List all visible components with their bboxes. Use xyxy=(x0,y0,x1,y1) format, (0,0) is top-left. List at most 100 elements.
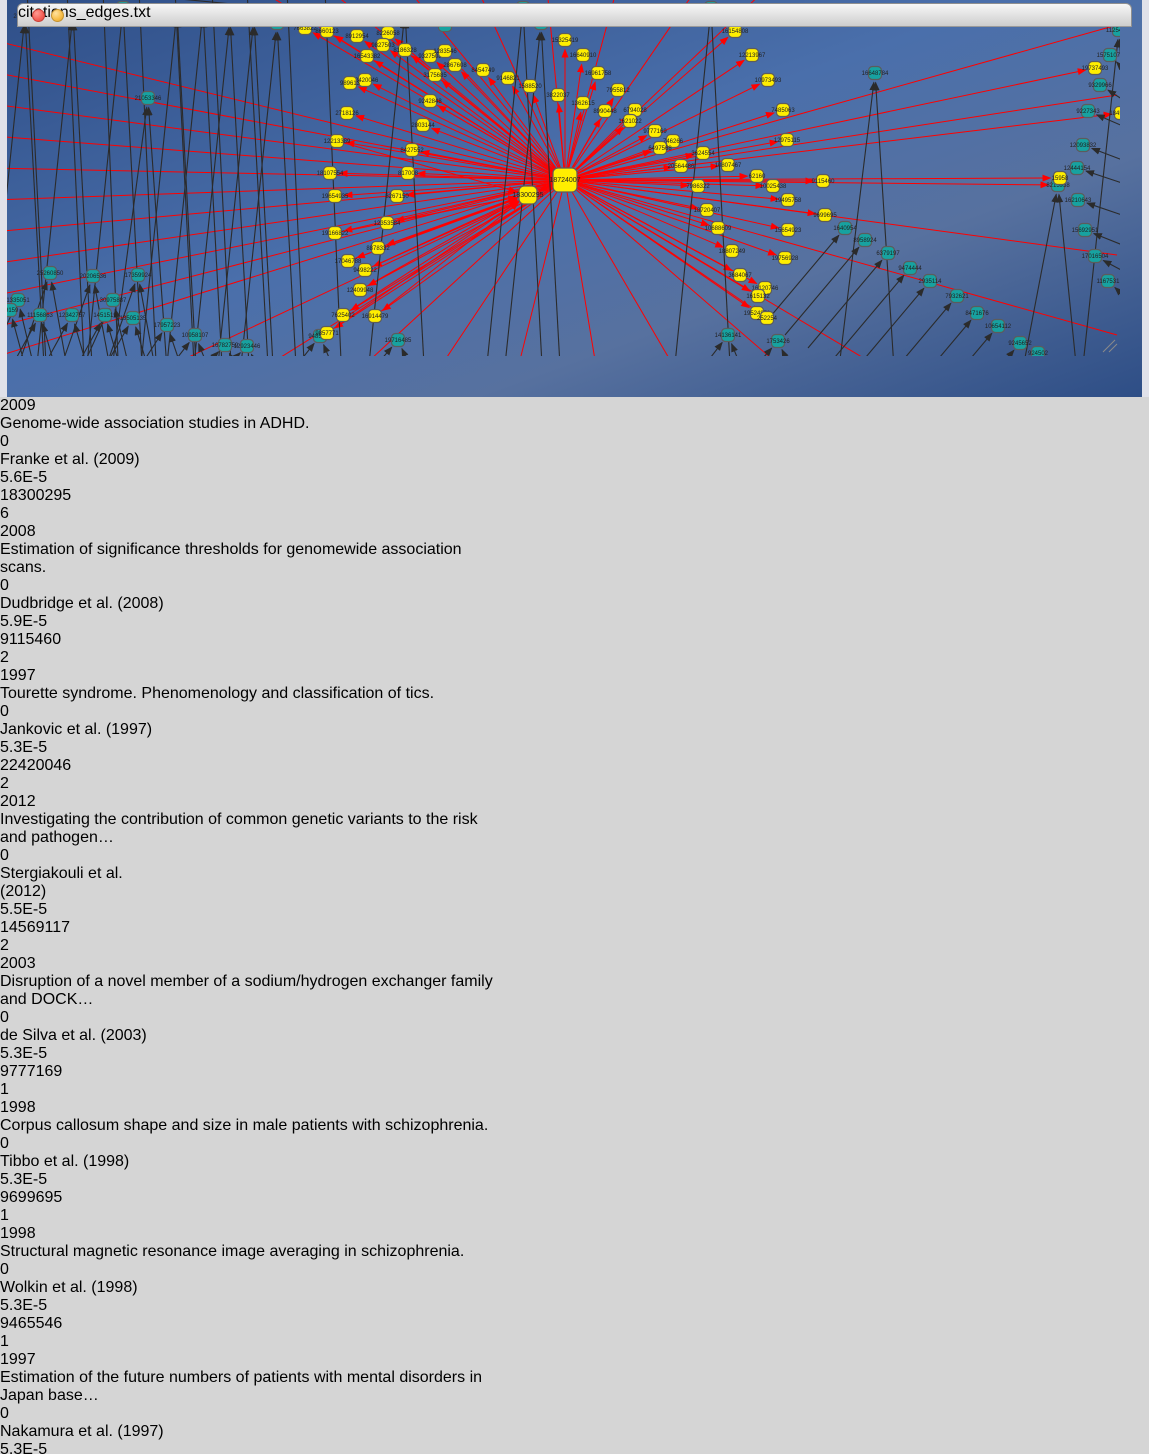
network-node[interactable]: 12444154 xyxy=(1064,162,1091,175)
network-edge xyxy=(732,344,748,356)
network-node[interactable]: 6379197 xyxy=(876,247,900,260)
network-node[interactable]: 8454749 xyxy=(471,64,495,77)
network-edge xyxy=(1094,234,1120,246)
network-node-label: 25260850 xyxy=(37,271,64,277)
network-node[interactable]: 924502 xyxy=(1028,347,1049,357)
network-node[interactable]: 1167531 xyxy=(1097,275,1120,288)
network-node[interactable]: 16648784 xyxy=(862,67,889,80)
network-edge xyxy=(287,0,305,356)
network-node[interactable]: 21053346 xyxy=(135,92,162,105)
network-node[interactable]: 13505135 xyxy=(120,312,147,325)
network-node[interactable]: 10654112 xyxy=(985,320,1012,333)
network-node[interactable]: 7485063 xyxy=(771,104,795,117)
network-node[interactable]: 16640910 xyxy=(570,49,597,62)
network-node[interactable]: 2803144 xyxy=(411,119,435,132)
table-row[interactable]: 911546021997Tourette syndrome. Phenomeno… xyxy=(0,631,1149,757)
network-node-label: 10973493 xyxy=(755,78,782,84)
network-node[interactable]: 16961758 xyxy=(585,67,612,80)
network-node[interactable]: 19756928 xyxy=(772,252,799,265)
network-node[interactable]: 9329966 xyxy=(1088,79,1112,92)
network-node[interactable]: 10958107 xyxy=(182,329,209,342)
network-node[interactable]: 2935114 xyxy=(919,275,943,288)
network-node[interactable]: 12093832 xyxy=(1070,139,1097,152)
table-cell: 5.6E-5 xyxy=(0,469,95,487)
network-node[interactable]: 9115460 xyxy=(812,175,836,188)
network-node[interactable]: 19716485 xyxy=(385,334,412,347)
network-edge xyxy=(850,288,924,356)
network-node-label: 20206536 xyxy=(80,274,107,280)
network-node[interactable]: 7625402 xyxy=(331,309,355,322)
network-node[interactable]: 9474444 xyxy=(898,262,922,275)
network-node[interactable]: 1640954 xyxy=(833,222,857,235)
network-node-label: 62160 xyxy=(749,174,766,180)
network-node[interactable]: 3822037 xyxy=(546,89,570,102)
zoom-traffic-light[interactable] xyxy=(70,9,83,22)
network-node[interactable]: 8471676 xyxy=(965,307,989,320)
network-node[interactable]: 16543382 xyxy=(354,50,381,63)
network-node-label: 30975887 xyxy=(100,298,127,304)
network-node[interactable]: 17016504 xyxy=(1082,250,1109,263)
network-node[interactable]: 62160 xyxy=(749,170,766,183)
network-node[interactable]: 9777169 xyxy=(643,125,667,138)
minimize-traffic-light[interactable] xyxy=(51,9,64,22)
network-edge xyxy=(876,82,895,356)
network-node[interactable]: 19737493 xyxy=(1082,62,1109,75)
network-node-label: 1845433 xyxy=(1109,111,1120,117)
network-node-label: 1588520 xyxy=(518,84,542,90)
table-cell: 2 xyxy=(0,937,95,955)
network-window-titlebar[interactable]: citations_edges.txt xyxy=(17,3,1132,27)
network-node[interactable]: 1588520 xyxy=(518,80,542,93)
network-node[interactable]: 2867608 xyxy=(443,59,467,72)
network-node[interactable]: 8958924 xyxy=(853,234,877,247)
network-node[interactable]: 17957223 xyxy=(154,319,181,332)
network-node[interactable]: 15654923 xyxy=(775,224,802,237)
network-node[interactable]: 12213967 xyxy=(739,49,766,62)
network-node[interactable]: 16210643 xyxy=(1065,194,1092,207)
network-node[interactable]: 10025438 xyxy=(760,180,787,193)
network-node[interactable]: 11156863 xyxy=(27,309,53,322)
resize-grip-icon[interactable] xyxy=(1103,340,1117,352)
network-node[interactable]: 14136141 xyxy=(715,329,742,342)
network-node[interactable]: 8990448 xyxy=(593,105,617,118)
network-node[interactable]: 17359924 xyxy=(125,269,152,282)
network-node-label: 1753426 xyxy=(766,339,790,345)
network-node[interactable]: 1362615 xyxy=(571,97,595,110)
network-node[interactable]: 7955812 xyxy=(606,84,630,97)
network-node[interactable]: 9699695 xyxy=(813,209,837,222)
network-node[interactable]: 19654935 xyxy=(322,190,349,203)
network-node[interactable]: 12923446 xyxy=(234,340,261,353)
network-canvas[interactable]: 1872400718300295240557220891406106552871… xyxy=(7,0,1142,361)
network-node[interactable]: 1451519 xyxy=(93,309,117,322)
network-node[interactable]: 18807249 xyxy=(719,245,746,258)
network-node[interactable]: 12409948 xyxy=(347,284,374,297)
network-node[interactable]: 20206536 xyxy=(80,270,107,283)
table-cell: 14569117 xyxy=(0,919,91,937)
network-node[interactable]: 18724007 xyxy=(549,168,580,192)
table-row[interactable]: 969969511998Structural magnetic resonanc… xyxy=(0,1189,1149,1315)
network-node[interactable]: 19495758 xyxy=(775,194,802,207)
network-node[interactable]: 8427552 xyxy=(400,144,424,157)
network-node[interactable]: 18107554 xyxy=(317,167,344,180)
network-node[interactable]: 1753426 xyxy=(766,335,790,348)
network-node[interactable]: 8226058 xyxy=(376,27,400,40)
table-row[interactable]: 2242004622012Investigating the contribut… xyxy=(0,757,1149,919)
table-row[interactable]: 1830029562008Estimation of significance … xyxy=(0,487,1149,631)
network-node[interactable]: 16914479 xyxy=(362,310,389,323)
network-node[interactable]: 8912954 xyxy=(345,30,369,43)
network-node[interactable]: 30975887 xyxy=(100,294,127,307)
network-node[interactable]: 7932621 xyxy=(945,290,969,303)
network-node[interactable]: 2718126 xyxy=(335,107,359,120)
table-row[interactable]: 1456911722003Disruption of a novel membe… xyxy=(0,919,1149,1063)
network-node[interactable]: 15325419 xyxy=(552,34,579,47)
network-node-label: 8990448 xyxy=(593,109,617,115)
close-traffic-light[interactable] xyxy=(32,9,45,22)
network-node[interactable]: 15751074 xyxy=(1097,49,1120,62)
network-node-label: 10807467 xyxy=(715,163,742,169)
network-node[interactable]: 10688609 xyxy=(705,222,732,235)
network-node-label: 8878332 xyxy=(366,246,390,252)
network-node[interactable]: 17046788 xyxy=(335,255,362,268)
table-row[interactable]: 977716911998Corpus callosum shape and si… xyxy=(0,1063,1149,1189)
table-row[interactable]: 946554611997Estimation of the future num… xyxy=(0,1315,1149,1454)
network-node[interactable]: 15958 xyxy=(1052,172,1069,185)
network-node[interactable]: 12213389 xyxy=(324,135,351,148)
